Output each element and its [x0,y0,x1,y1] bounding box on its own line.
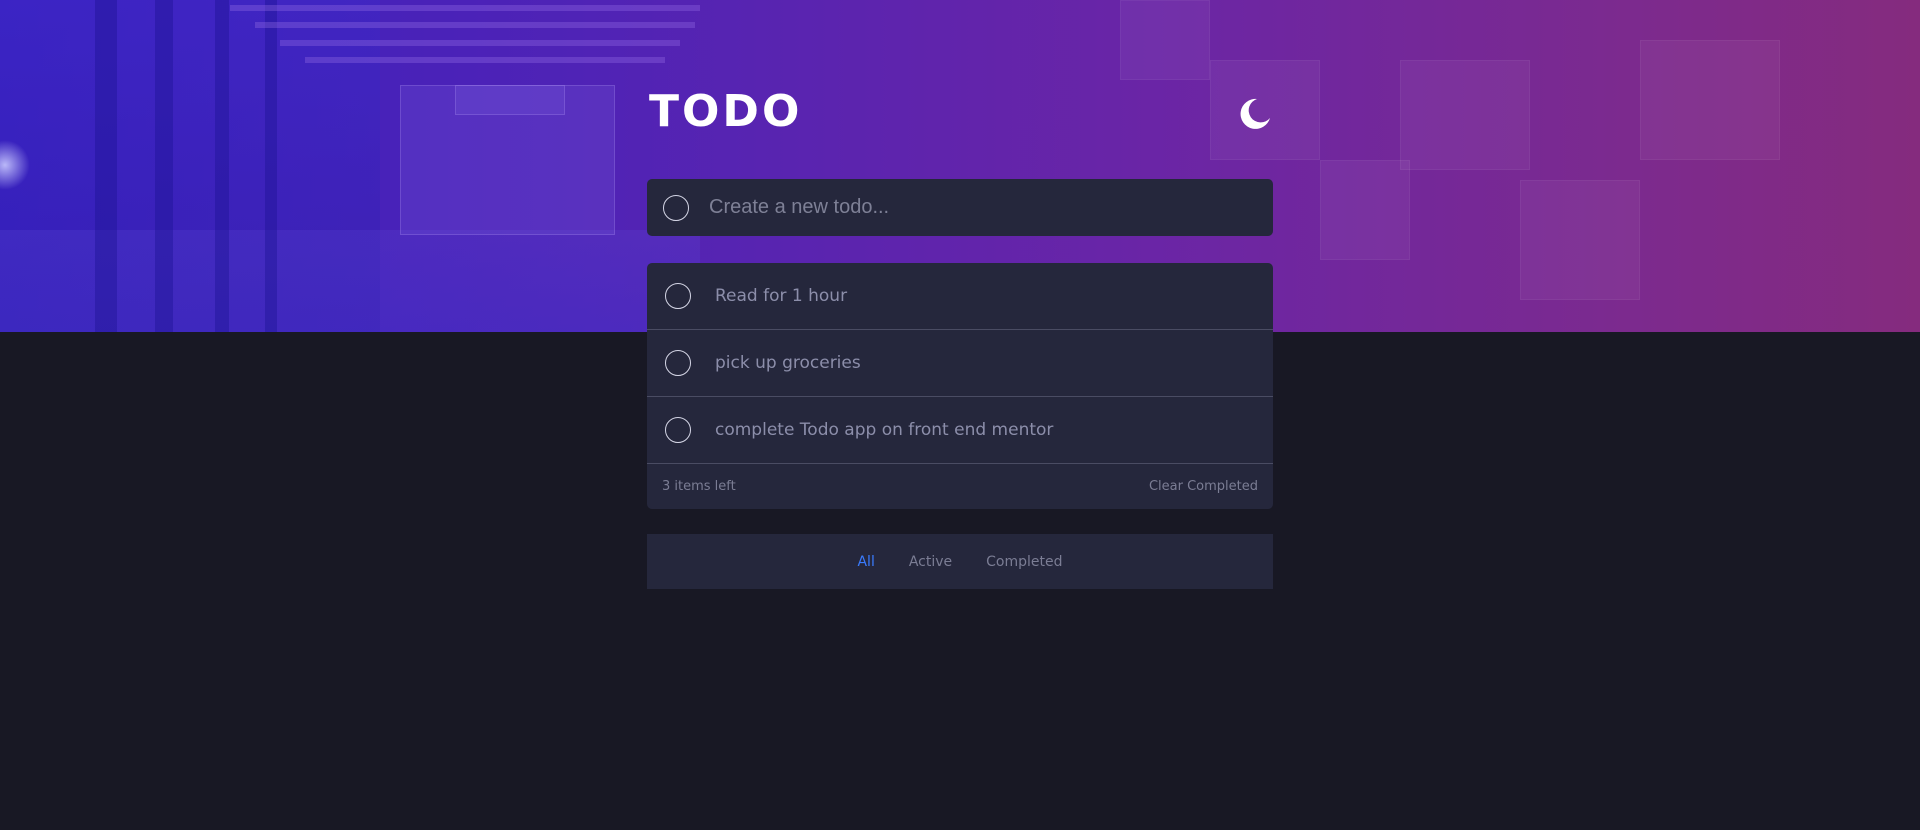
todo-checkbox[interactable] [665,417,691,443]
filter-active[interactable]: Active [909,554,952,570]
todo-item[interactable]: Read for 1 hour [647,263,1273,330]
todo-checkbox[interactable] [665,283,691,309]
wall-block [1120,0,1210,80]
todo-text: Read for 1 hour [715,286,848,306]
todo-item[interactable]: complete Todo app on front end mentor [647,397,1273,464]
todo-text: pick up groceries [715,353,861,373]
todo-item[interactable]: pick up groceries [647,330,1273,397]
pillar [155,0,173,332]
ceiling-beam [280,40,680,46]
pillar [95,0,117,332]
list-footer: 3 items left Clear Completed [647,464,1273,509]
pillar [265,0,277,332]
ceiling-beam [305,57,665,63]
filter-completed[interactable]: Completed [986,554,1062,570]
wall-block [1320,160,1410,260]
ceiling-beam [255,22,695,28]
ceiling-beam [230,5,700,11]
todo-checkbox[interactable] [665,350,691,376]
new-todo-checkbox[interactable] [663,194,689,221]
clear-completed-button[interactable]: Clear Completed [1149,479,1258,494]
page-title: TODO [649,86,803,137]
filter-bar: All Active Completed [647,534,1273,589]
items-left-count: 3 items left [662,479,736,494]
new-todo-bar [647,179,1273,236]
app-header: TODO [647,86,1273,180]
todo-text: complete Todo app on front end mentor [715,420,1054,440]
wall-block [1400,60,1530,170]
wall-block [1640,40,1780,160]
moon-icon[interactable] [1237,96,1273,132]
new-todo-input[interactable] [709,196,1229,219]
wall-block [1520,180,1640,300]
todo-app: TODO Read for 1 hour pick up groceries c… [647,86,1273,589]
door-sign [455,85,565,115]
pillar [215,0,229,332]
filter-all[interactable]: All [857,554,874,570]
todo-list: Read for 1 hour pick up groceries comple… [647,263,1273,509]
